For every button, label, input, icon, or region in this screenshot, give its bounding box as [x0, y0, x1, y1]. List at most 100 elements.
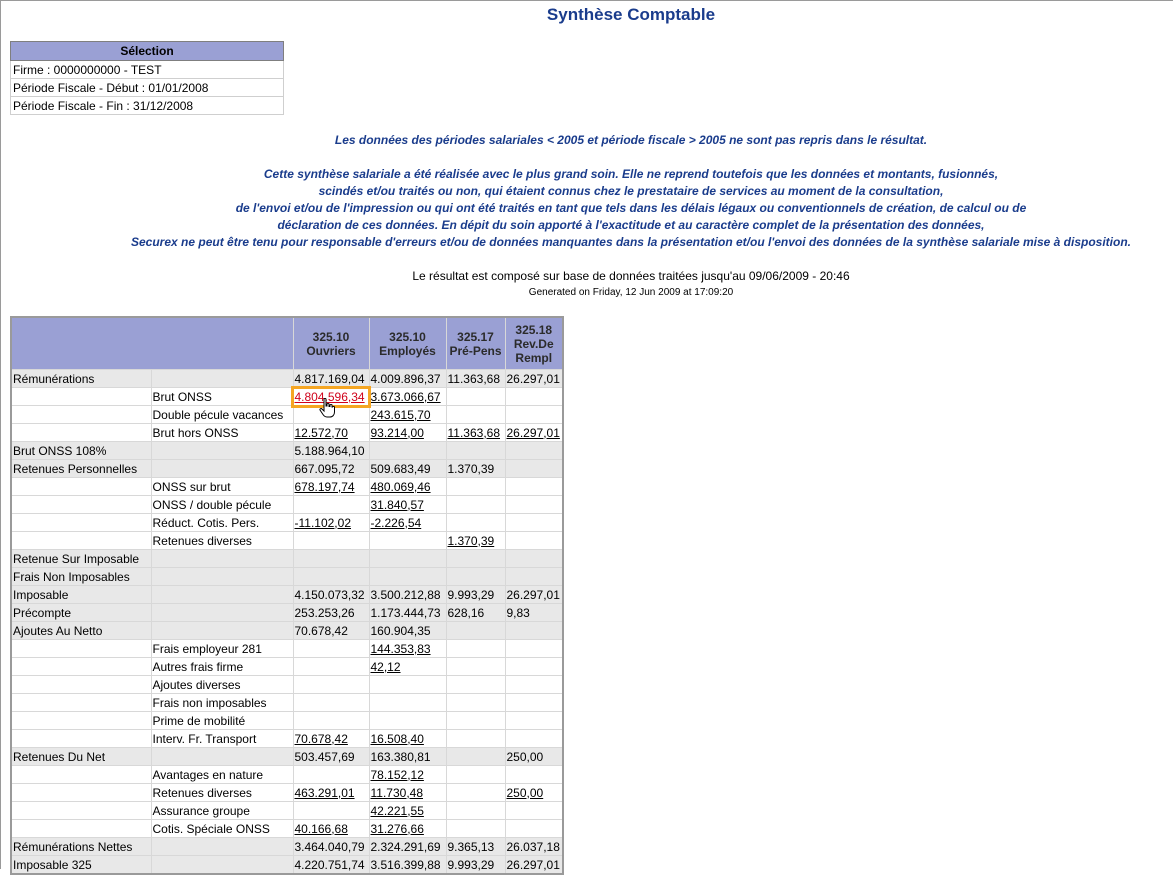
- amount-cell: [292, 693, 370, 712]
- amount-value: 1.370,39: [447, 461, 495, 476]
- amount-cell: [368, 567, 447, 586]
- amount-value: 26.037,18: [506, 839, 560, 854]
- row-label: [10, 729, 152, 748]
- amount-link[interactable]: 31.840,57: [371, 498, 424, 512]
- amount-cell: [445, 801, 506, 820]
- amount-link[interactable]: 678.197,74: [295, 480, 355, 494]
- amount-link[interactable]: 1.370,39: [448, 534, 495, 548]
- amount-link-cell[interactable]: 11.363,68: [445, 423, 506, 442]
- amount-link[interactable]: 16.508,40: [371, 732, 424, 746]
- row-label: [10, 765, 152, 784]
- amount-link[interactable]: 26.297,01: [507, 426, 560, 440]
- amount-link-cell[interactable]: 70.678,42: [292, 729, 370, 748]
- amount-link-cell[interactable]: 12.572,70: [292, 423, 370, 442]
- row-label: [10, 387, 152, 406]
- amount-cell: [292, 675, 370, 694]
- amount-link[interactable]: 243.615,70: [371, 408, 431, 422]
- amount-link-cell[interactable]: -11.102,02: [292, 513, 370, 532]
- amount-link-cell[interactable]: 26.297,01: [504, 423, 564, 442]
- amount-link-cell[interactable]: 40.166,68: [292, 819, 370, 838]
- table-row: Rémunérations 4.817.169,04 4.009.896,37 11.…: [10, 369, 564, 388]
- column-label: Ouvriers: [306, 343, 356, 358]
- amount-cell: 509.683,49: [368, 459, 447, 478]
- row-label: Imposable: [10, 585, 152, 604]
- amount-cell: [368, 441, 447, 460]
- amount-cell: 503.457,69: [292, 747, 370, 766]
- amount-link[interactable]: 3.673.066,67: [371, 390, 441, 404]
- amount-cell: 160.904,35: [368, 621, 447, 640]
- amount-cell: [504, 765, 564, 784]
- table-row: Retenues Personnelles 667.095,72 509.683,4…: [10, 459, 564, 478]
- amount-cell: [368, 675, 447, 694]
- amount-cell: 1.173.444,73: [368, 603, 447, 622]
- amount-link[interactable]: 11.363,68: [448, 426, 501, 440]
- amount-link-cell[interactable]: 3.673.066,67: [368, 387, 447, 406]
- amount-link-cell[interactable]: 463.291,01: [292, 783, 370, 802]
- amount-value: 2.324.291,69: [370, 839, 441, 854]
- table-row: Rémunérations Nettes 3.464.040,79 2.324.29…: [10, 837, 564, 856]
- row-sublabel: [150, 621, 294, 640]
- amount-cell: 26.297,01: [504, 585, 564, 604]
- amount-link[interactable]: 250,00: [507, 786, 544, 800]
- amount-link-cell[interactable]: 11.730,48: [368, 783, 447, 802]
- amount-link[interactable]: 463.291,01: [295, 786, 355, 800]
- amount-link[interactable]: 480.069,46: [371, 480, 431, 494]
- amount-link-cell[interactable]: 42,12: [368, 657, 447, 676]
- amount-link[interactable]: 40.166,68: [295, 822, 348, 836]
- row-label: Frais Non Imposables: [10, 567, 152, 586]
- amount-link-cell[interactable]: 678.197,74: [292, 477, 370, 496]
- amount-cell: [292, 711, 370, 730]
- amount-link[interactable]: 70.678,42: [295, 732, 348, 746]
- column-header: 325.18 Rev.De Rempl: [504, 316, 564, 370]
- amount-link-cell[interactable]: 1.370,39: [445, 531, 506, 550]
- amount-link-cell[interactable]: 78.152,12: [368, 765, 447, 784]
- amount-link-cell[interactable]: 250,00: [504, 783, 564, 802]
- table-row: Retenues diverses 1.370,39: [10, 531, 564, 550]
- amount-link-cell[interactable]: 31.276,66: [368, 819, 447, 838]
- amount-cell: [504, 693, 564, 712]
- row-sublabel: Frais employeur 281: [150, 639, 294, 658]
- amount-link[interactable]: 11.730,48: [371, 786, 424, 800]
- table-row: Imposable 4.150.073,32 3.500.212,88 9.993,2…: [10, 585, 564, 604]
- amount-cell: [445, 639, 506, 658]
- amount-cell: [504, 639, 564, 658]
- result-note: Le résultat est composé sur base de donn…: [412, 269, 850, 283]
- amount-value: 160.904,35: [370, 623, 431, 638]
- table-row: Frais Non Imposables: [10, 567, 564, 586]
- amount-link[interactable]: -2.226,54: [371, 516, 422, 530]
- table-row: Retenues Du Net 503.457,69 163.380,81 250,0…: [10, 747, 564, 766]
- synthesis-table: 325.10 Ouvriers 325.10 Employés 325.17 Pré-…: [10, 316, 564, 875]
- disclaimer-line-5: Securex ne peut être tenu pour responsab…: [131, 235, 1131, 249]
- amount-link[interactable]: 144.353,83: [371, 642, 431, 656]
- amount-link-cell[interactable]: 144.353,83: [368, 639, 447, 658]
- row-sublabel: Frais non imposables: [150, 693, 294, 712]
- amount-cell: 26.037,18: [504, 837, 564, 856]
- amount-link-cell[interactable]: 480.069,46: [368, 477, 447, 496]
- amount-link[interactable]: -11.102,02: [295, 516, 352, 530]
- row-label: [10, 405, 152, 424]
- amount-link[interactable]: 93.214,00: [371, 426, 424, 440]
- synthesis-header-row: 325.10 Ouvriers 325.10 Employés 325.17 Pré-…: [10, 316, 564, 370]
- row-label: [10, 783, 152, 802]
- selection-row-firm: Firme : 0000000000 - TEST: [10, 60, 284, 79]
- amount-link-cell[interactable]: 42.221,55: [368, 801, 447, 820]
- amount-link-cell[interactable]: -2.226,54: [368, 513, 447, 532]
- amount-link-cell[interactable]: 31.840,57: [368, 495, 447, 514]
- amount-link[interactable]: 42.221,55: [371, 804, 424, 818]
- selection-row-start: Période Fiscale - Début : 01/01/2008: [10, 78, 284, 97]
- row-sublabel: [150, 585, 294, 604]
- amount-link[interactable]: 31.276,66: [371, 822, 424, 836]
- amount-cell: [292, 765, 370, 784]
- amount-link-cell[interactable]: 16.508,40: [368, 729, 447, 748]
- table-row: Brut ONSS 4.804.596,34 3.673.066,67: [10, 385, 564, 408]
- amount-link[interactable]: 42,12: [371, 660, 401, 674]
- row-sublabel: Cotis. Spéciale ONSS: [150, 819, 294, 838]
- amount-link-cell[interactable]: 93.214,00: [368, 423, 447, 442]
- amount-cell: [445, 621, 506, 640]
- table-row: Retenues diverses 463.291,01 11.730,48 250,…: [10, 783, 564, 802]
- row-sublabel: ONSS / double pécule: [150, 495, 294, 514]
- amount-link[interactable]: 78.152,12: [371, 768, 424, 782]
- amount-link-cell[interactable]: 243.615,70: [368, 405, 447, 424]
- amount-link[interactable]: 12.572,70: [295, 426, 348, 440]
- hand-cursor-icon: [319, 398, 335, 418]
